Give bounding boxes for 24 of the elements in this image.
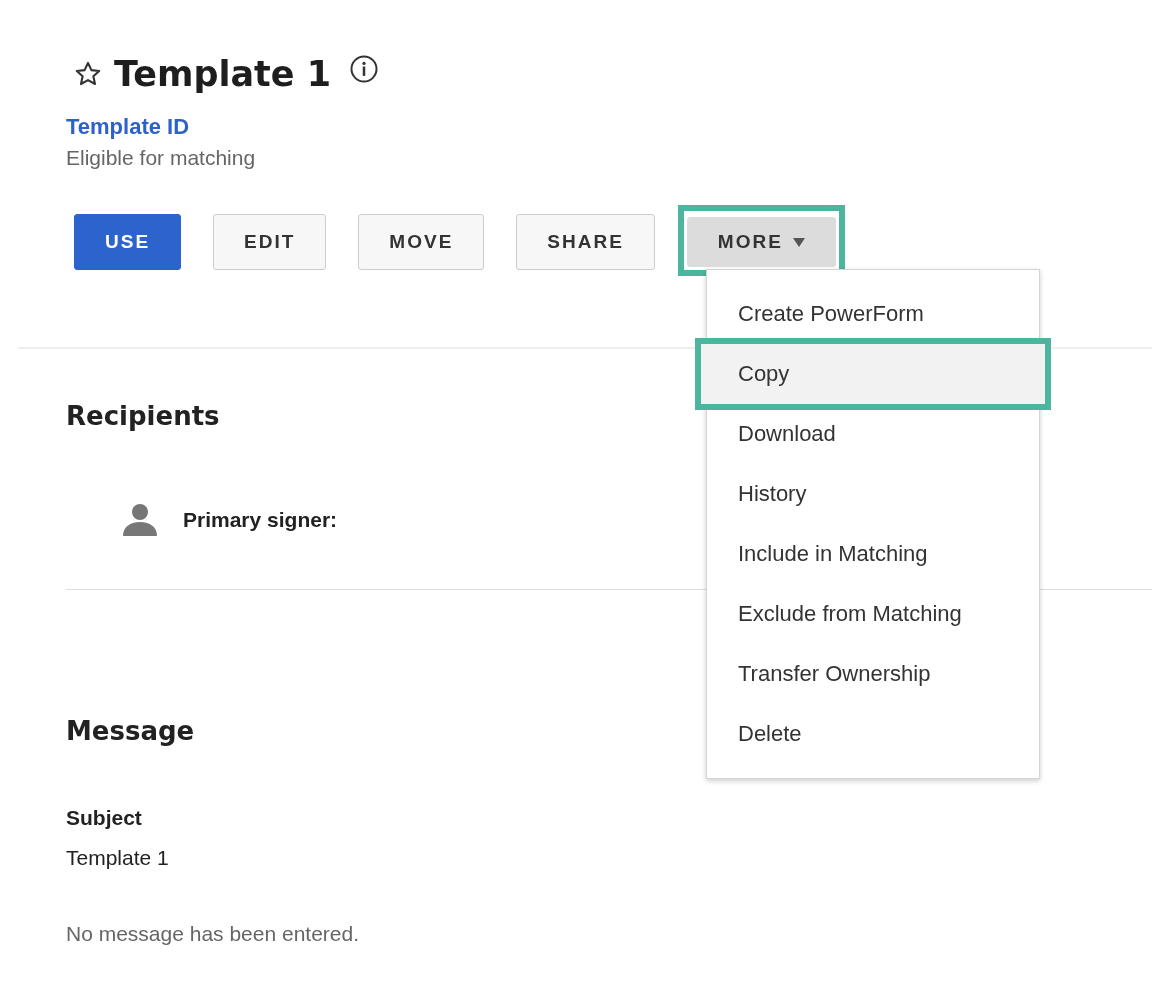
person-icon — [123, 503, 157, 536]
more-dropdown-button[interactable]: MORE — [686, 217, 836, 267]
status-text: Eligible for matching — [66, 146, 257, 170]
message-text: No message has been entered. — [66, 922, 361, 946]
menu-item[interactable]: Download — [707, 404, 1039, 464]
menu-item[interactable]: History — [707, 464, 1039, 524]
action-button[interactable]: SHARE — [516, 214, 655, 270]
template-title: Template 1 — [114, 54, 332, 94]
section-heading: Recipients — [66, 401, 220, 431]
action-button[interactable]: USE — [74, 214, 182, 270]
menu-item[interactable]: Delete — [707, 704, 1039, 764]
menu-item[interactable]: Create PowerForm — [707, 284, 1039, 344]
subject-text: Template 1 — [66, 846, 170, 870]
template-id-link[interactable]: Template ID — [66, 114, 190, 140]
recipient-role: Primary signer: — [183, 507, 338, 532]
info-icon — [349, 54, 380, 84]
action-button[interactable]: EDIT — [213, 214, 327, 270]
action-button[interactable]: MOVE — [358, 214, 485, 270]
subject-label: Subject — [66, 806, 143, 830]
menu-item[interactable]: Include in Matching — [707, 524, 1039, 584]
section-heading: Message — [66, 716, 195, 746]
caret-icon — [792, 237, 805, 247]
menu-item[interactable]: Transfer Ownership — [707, 644, 1039, 704]
menu-item[interactable]: Exclude from Matching — [707, 584, 1039, 644]
